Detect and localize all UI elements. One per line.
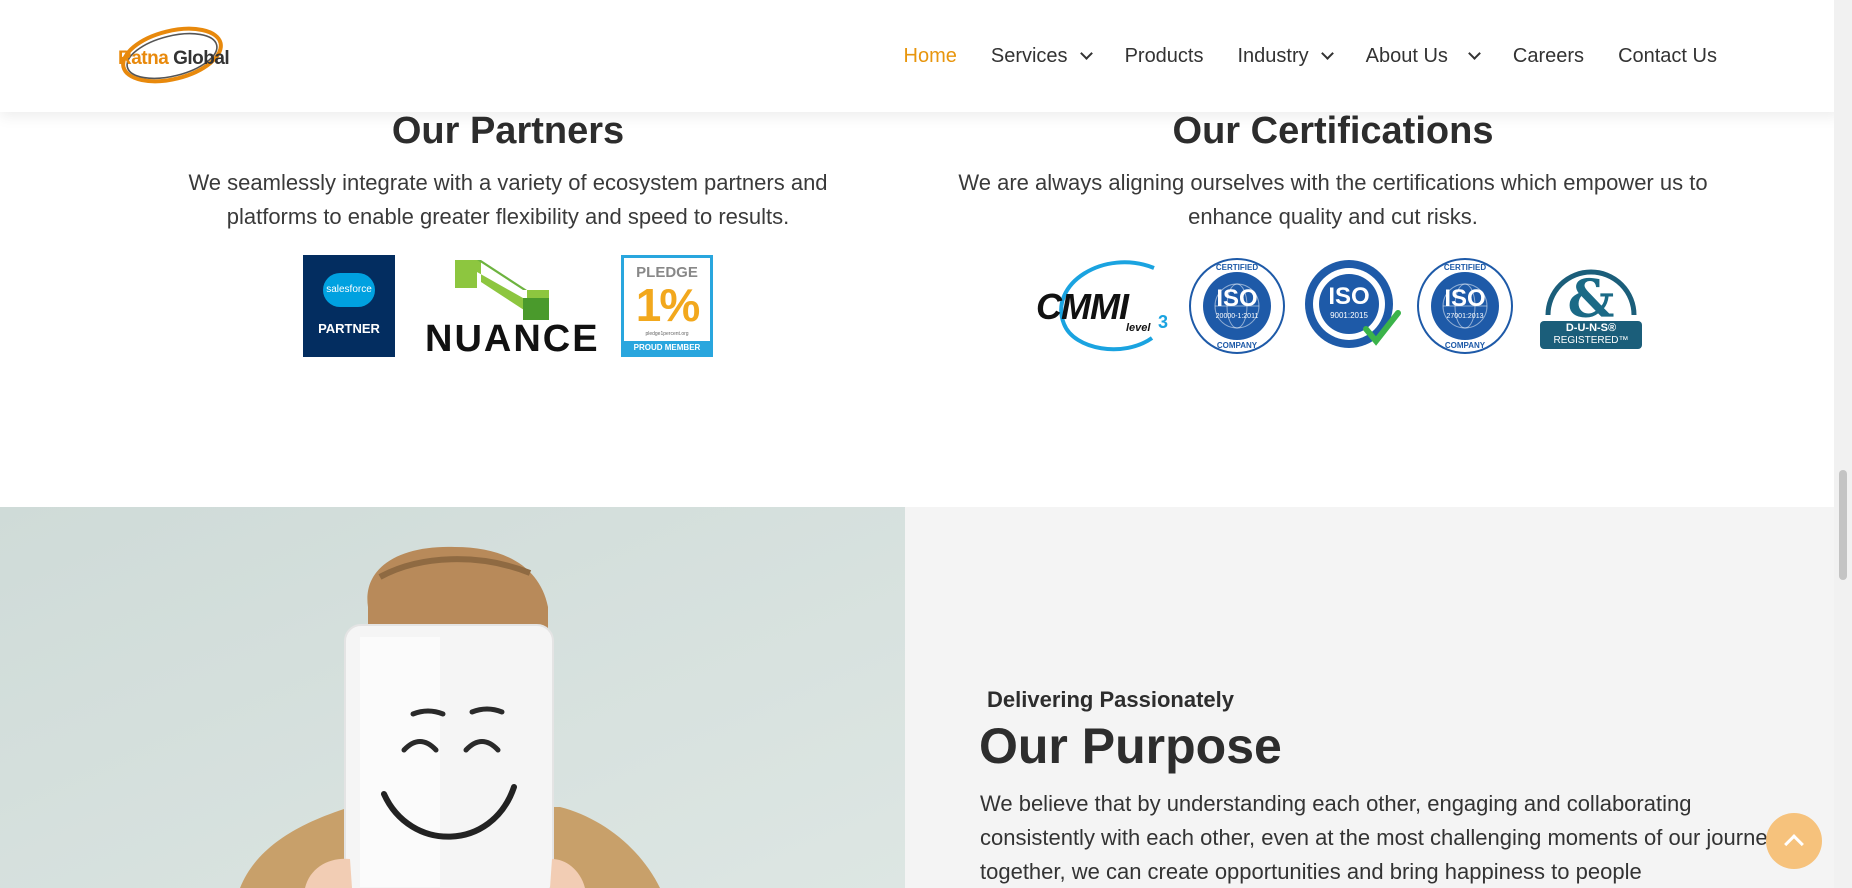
site-header: Ratna Global Home Services Products Indu… [0, 0, 1834, 112]
iso-20000-seal: CERTIFIED ISO 20000-1:2011 COMPANY [1186, 255, 1288, 357]
cmmi-level-number: 3 [1158, 312, 1169, 332]
nav-about-us[interactable]: About Us [1349, 45, 1496, 68]
partners-description: We seamlessly integrate with a variety o… [188, 170, 828, 229]
back-to-top-button[interactable] [1766, 813, 1822, 869]
page: Ratna Global Home Services Products Indu… [0, 0, 1834, 888]
iso-27001-seal: CERTIFIED ISO 27001:2013 COMPANY [1414, 255, 1516, 357]
iso-seal-bottom-label: COMPANY [1216, 341, 1258, 350]
partners-section: Our Partners We seamlessly integrate wit… [150, 108, 866, 234]
nav-services[interactable]: Services [974, 45, 1108, 68]
certifications-description: We are always aligning ourselves with th… [958, 170, 1708, 229]
iso-badge-standard: 9001:2015 [1330, 311, 1368, 320]
salesforce-partner-label: PARTNER [318, 321, 380, 336]
smiley-face-photo [0, 507, 905, 888]
scrollbar-thumb[interactable] [1839, 470, 1847, 580]
iso-seal-bottom-label: COMPANY [1444, 341, 1486, 350]
iso-seal-top-label: CERTIFIED [1215, 263, 1259, 272]
iso-seal-center-label: ISO [1216, 285, 1258, 312]
pledge-url: pledge1percent.org [645, 331, 689, 337]
pledge-percent: 1% [635, 279, 700, 331]
chevron-down-icon [1079, 47, 1093, 60]
iso-seal-standard: 27001:2013 [1446, 313, 1484, 320]
nav-careers[interactable]: Careers [1496, 45, 1601, 68]
nav-industry[interactable]: Industry [1221, 45, 1349, 68]
partners-title: Our Partners [391, 110, 625, 152]
person-holding-smiley-card-image [0, 507, 905, 888]
company-logo[interactable]: Ratna Global [116, 18, 230, 92]
iso-seal-top-label: CERTIFIED [1443, 263, 1487, 272]
iso-badge-center-label: ISO [1328, 283, 1370, 310]
pledge-1-percent-logo: PLEDGE 1% pledge1percent.org PROUD MEMBE… [621, 255, 713, 357]
nuance-logo: NUANCE [425, 254, 600, 360]
certifications-title: Our Certifications [1172, 110, 1494, 152]
main-nav: Home Services Products Industry About Us… [887, 0, 1735, 112]
cmmi-level-label: level [1126, 322, 1151, 334]
duns-label: D-U-N-S® [1565, 322, 1617, 334]
iso-seal-center-label: ISO [1444, 285, 1486, 312]
iso-seal-standard: 20000-1:2011 [1215, 313, 1259, 320]
chevron-down-icon [1320, 47, 1334, 60]
salesforce-cloud-icon: salesforce [323, 273, 375, 307]
pledge-member-label: PROUD MEMBER [624, 341, 710, 354]
partner-logos: salesforce PARTNER NUANCE PLEDGE 1% pled… [303, 254, 713, 360]
nav-contact-us[interactable]: Contact Us [1601, 45, 1734, 68]
page-scrollbar[interactable] [1834, 0, 1852, 888]
duns-registered-logo: & D-U-N-S® REGISTERED™ [1538, 255, 1644, 357]
salesforce-partner-logo: salesforce PARTNER [303, 255, 395, 357]
logo-brand-first: Ratna [118, 48, 169, 69]
logo-brand-second: Global [173, 48, 230, 69]
cmmi-label: CMMI [1036, 286, 1129, 327]
chevron-down-icon [1468, 47, 1481, 60]
duns-registered-label: REGISTERED™ [1553, 335, 1629, 346]
chevron-up-icon [1784, 834, 1804, 854]
nuance-wordmark: NUANCE [425, 318, 600, 360]
purpose-eyebrow: Delivering Passionately [987, 687, 1234, 712]
certifications-section: Our Certifications We are always alignin… [920, 108, 1746, 234]
nav-home[interactable]: Home [887, 45, 974, 68]
certification-logos: CMMI level 3 CERTIFIED ISO 20000-1:2011 … [1034, 254, 1644, 358]
cmmi-level-3-logo: CMMI level 3 [1034, 254, 1174, 358]
iso-9001-seal: ISO 9001:2015 [1300, 255, 1402, 357]
purpose-title: Our Purpose [979, 718, 1282, 774]
nav-products[interactable]: Products [1108, 45, 1221, 68]
purpose-section: Delivering Passionately Our Purpose We b… [905, 507, 1834, 888]
purpose-body: We believe that by understanding each ot… [980, 791, 1779, 884]
svg-text:&: & [1568, 269, 1615, 330]
logo-wordmark: Ratna Global [118, 48, 230, 70]
